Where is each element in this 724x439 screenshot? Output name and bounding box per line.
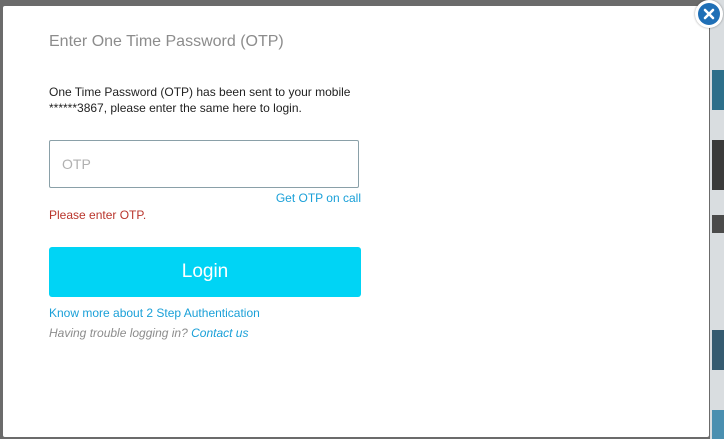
background-page (710, 0, 724, 439)
otp-sent-message-line1: One Time Password (OTP) has been sent to… (49, 85, 351, 99)
close-icon-circle (698, 3, 720, 25)
background-block (712, 140, 724, 190)
otp-error-message: Please enter OTP. (49, 208, 147, 222)
background-block (712, 330, 724, 370)
otp-sent-message: One Time Password (OTP) has been sent to… (49, 84, 379, 116)
close-button[interactable] (695, 0, 723, 28)
trouble-text: Having trouble logging in? (49, 326, 188, 340)
background-block (712, 70, 724, 110)
trouble-logging-in: Having trouble logging in? Contact us (49, 326, 248, 340)
background-block (712, 410, 724, 439)
close-icon (703, 8, 715, 20)
login-button[interactable]: Login (49, 247, 361, 297)
background-block (712, 215, 724, 233)
contact-us-link[interactable]: Contact us (191, 326, 248, 340)
otp-dialog: Enter One Time Password (OTP) One Time P… (3, 6, 709, 437)
otp-input[interactable] (49, 140, 359, 188)
otp-sent-message-line2: ******3867, please enter the same here t… (49, 101, 302, 115)
two-step-auth-link[interactable]: Know more about 2 Step Authentication (49, 306, 260, 320)
dialog-title: Enter One Time Password (OTP) (49, 33, 284, 50)
get-otp-on-call-link[interactable]: Get OTP on call (209, 191, 361, 205)
